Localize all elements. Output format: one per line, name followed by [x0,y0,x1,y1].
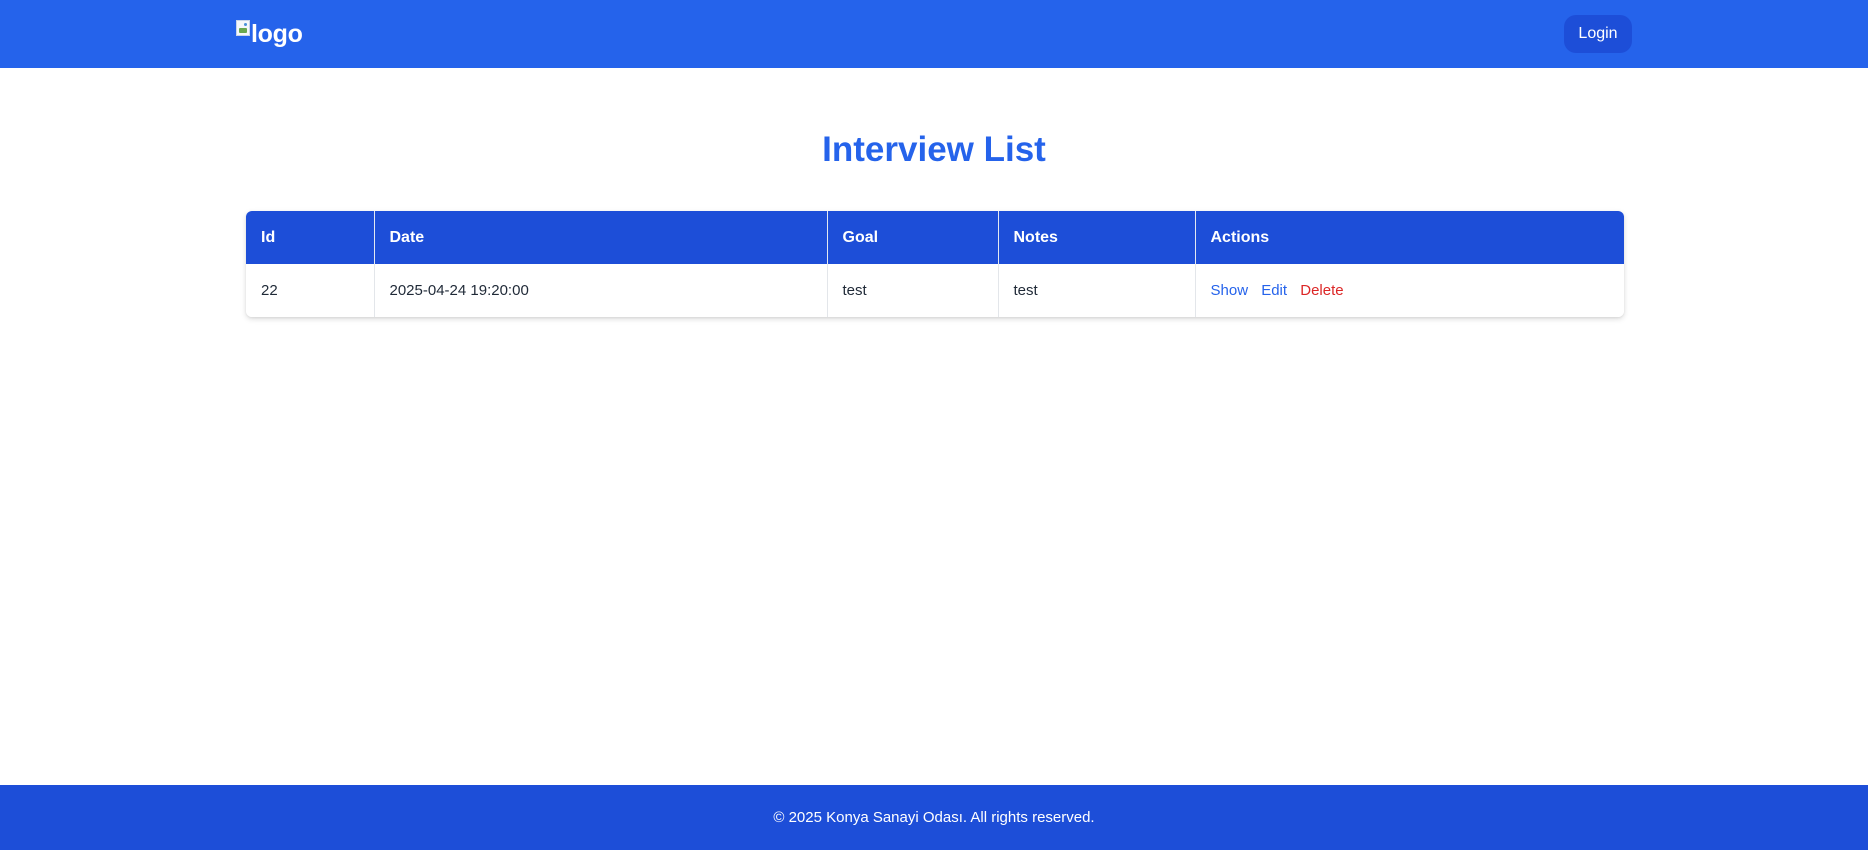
delete-link[interactable]: Delete [1300,282,1343,299]
cell-id: 22 [246,264,375,317]
page: logo Login Interview List Id Date Goal N… [0,0,1868,850]
top-navbar: logo Login [0,0,1868,68]
column-header-date: Date [374,211,828,264]
footer-copyright: © 2025 Konya Sanayi Odası. All rights re… [773,809,1095,826]
table-header-row: Id Date Goal Notes Actions [246,211,1624,264]
interview-table: Id Date Goal Notes Actions 22 2025-04-24… [246,211,1624,317]
column-header-actions: Actions [1210,228,1270,246]
cell-notes: test [998,264,1196,317]
broken-image-icon [236,20,250,36]
logo-alt-text: logo [251,19,303,48]
column-header-id: Id [246,211,375,264]
cell-actions: Show Edit Delete [1195,264,1624,317]
page-title: Interview List [822,130,1046,169]
edit-link[interactable]: Edit [1261,282,1287,299]
logo[interactable]: logo [236,18,303,50]
column-header-goal: Goal [827,211,999,264]
footer: © 2025 Konya Sanayi Odası. All rights re… [0,785,1868,850]
cell-goal: test [827,264,999,317]
show-link[interactable]: Show [1211,282,1249,299]
column-header-notes: Notes [998,211,1196,264]
login-button[interactable]: Login [1564,15,1632,53]
cell-date: 2025-04-24 19:20:00 [374,264,828,317]
table-row: 22 2025-04-24 19:20:00 test test Show Ed… [246,264,1624,317]
